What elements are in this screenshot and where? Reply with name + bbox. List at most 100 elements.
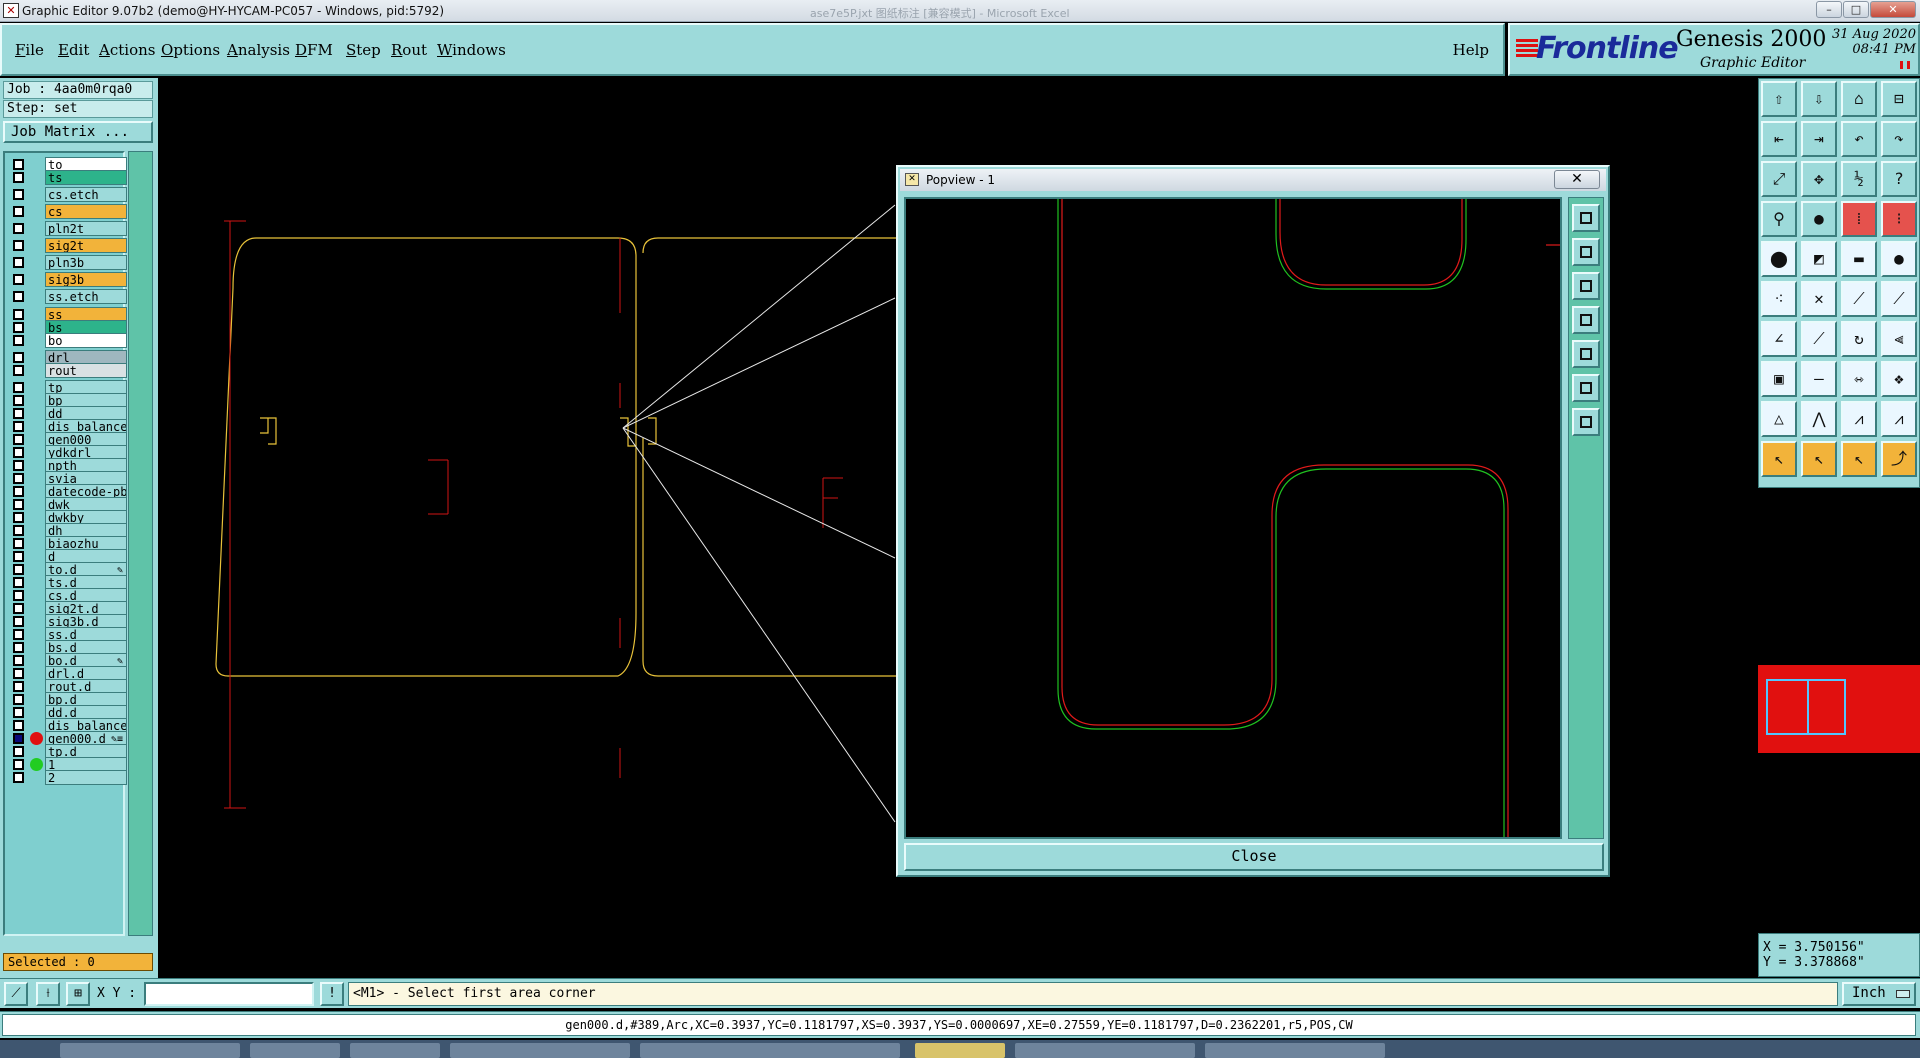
- select-arrow2-button[interactable]: ↖: [1801, 441, 1837, 477]
- select-arrow3-button[interactable]: ↖: [1841, 441, 1877, 477]
- layer-name[interactable]: ts: [45, 170, 127, 185]
- line-button[interactable]: ∠: [1761, 321, 1797, 357]
- triangle3-button[interactable]: ⩘: [1841, 401, 1877, 437]
- taskbar-item[interactable]: [450, 1043, 630, 1058]
- layer-checkbox[interactable]: [13, 564, 24, 575]
- info-icon[interactable]: !: [320, 982, 344, 1006]
- resize-button[interactable]: ⇿: [1841, 361, 1877, 397]
- taskbar-item[interactable]: [350, 1043, 440, 1058]
- pan-left-button[interactable]: ⇤: [1761, 121, 1797, 157]
- layer-row[interactable]: pln2t: [9, 221, 127, 236]
- mirror-button[interactable]: ⫷: [1881, 321, 1917, 357]
- menu-help[interactable]: Help: [1453, 41, 1489, 59]
- layer-name[interactable]: pln3b: [45, 255, 127, 270]
- close-window-button[interactable]: ✕: [1870, 1, 1916, 18]
- overview-minimap[interactable]: [1758, 665, 1920, 753]
- menu-dfm[interactable]: DFM: [295, 41, 333, 59]
- layer-checkbox[interactable]: [13, 486, 24, 497]
- layer-checkbox[interactable]: [13, 577, 24, 588]
- toggle-button[interactable]: ●: [1801, 201, 1837, 237]
- popview-close-x[interactable]: ✕: [1554, 170, 1600, 189]
- select-arrow-button[interactable]: ↖: [1761, 441, 1797, 477]
- layers-button[interactable]: ⁞: [1841, 201, 1877, 237]
- taskbar-item[interactable]: [1205, 1043, 1385, 1058]
- layer-checkbox[interactable]: [13, 694, 24, 705]
- popview-zoom-fit-icon[interactable]: [1572, 204, 1600, 232]
- layer-checkbox[interactable]: [13, 668, 24, 679]
- house-button[interactable]: ⌂: [1841, 81, 1877, 117]
- menu-edit[interactable]: Edit: [58, 41, 89, 59]
- pad-add-button[interactable]: ▣: [1761, 361, 1797, 397]
- layer-checkbox[interactable]: [13, 159, 24, 170]
- taskbar-item[interactable]: [640, 1043, 900, 1058]
- home-up-button[interactable]: ⇧: [1761, 81, 1797, 117]
- layer-checkbox[interactable]: [13, 603, 24, 614]
- grid-icon[interactable]: ⊞: [66, 982, 90, 1006]
- help-button[interactable]: ?: [1881, 161, 1917, 197]
- triangle2-button[interactable]: ⋀: [1801, 401, 1837, 437]
- pan-right-button[interactable]: ⇥: [1801, 121, 1837, 157]
- popview-close-button[interactable]: Close: [904, 843, 1604, 871]
- layer-row[interactable]: sig3b: [9, 272, 127, 287]
- layer-checkbox[interactable]: [13, 206, 24, 217]
- line2-button[interactable]: ⟋: [1801, 321, 1837, 357]
- layer-row[interactable]: cs: [9, 204, 127, 219]
- layer-checkbox[interactable]: [13, 681, 24, 692]
- layer-name[interactable]: pln2t: [45, 221, 127, 236]
- layer-checkbox[interactable]: [13, 616, 24, 627]
- redo-button[interactable]: ↷: [1881, 121, 1917, 157]
- layer-checkbox[interactable]: [13, 538, 24, 549]
- layer-checkbox[interactable]: [13, 746, 24, 757]
- route-button[interactable]: ⤴: [1881, 441, 1917, 477]
- layer-checkbox[interactable]: [13, 551, 24, 562]
- taskbar-item[interactable]: [1015, 1043, 1195, 1058]
- connect-button[interactable]: ⁖: [1761, 281, 1797, 317]
- node-red-button[interactable]: ⟋: [1881, 281, 1917, 317]
- layer-checkbox[interactable]: [13, 335, 24, 346]
- taskbar-item[interactable]: [250, 1043, 340, 1058]
- layer-checkbox[interactable]: [13, 499, 24, 510]
- layer-checkbox[interactable]: [13, 395, 24, 406]
- menu-rout[interactable]: Rout: [391, 41, 427, 59]
- menu-actions[interactable]: Actions: [99, 41, 155, 59]
- popview-canvas[interactable]: [904, 197, 1562, 839]
- popview-zoom-area-icon[interactable]: [1572, 374, 1600, 402]
- taskbar-item[interactable]: [60, 1043, 240, 1058]
- rotate-button[interactable]: ↻: [1841, 321, 1877, 357]
- menu-options[interactable]: Options: [161, 41, 220, 59]
- pause-icon[interactable]: [1900, 61, 1910, 69]
- group-button[interactable]: ❖: [1881, 361, 1917, 397]
- layer-row[interactable]: sig2t: [9, 238, 127, 253]
- layer-row[interactable]: 2: [9, 770, 127, 785]
- menu-step[interactable]: Step: [346, 41, 381, 59]
- layer-row[interactable]: rout: [9, 363, 127, 378]
- node-button[interactable]: ⟋: [1841, 281, 1877, 317]
- layer-checkbox[interactable]: [13, 473, 24, 484]
- layer-name[interactable]: sig3b: [45, 272, 127, 287]
- layer-checkbox[interactable]: [13, 655, 24, 666]
- layer-checkbox[interactable]: [13, 257, 24, 268]
- layer-name[interactable]: cs.etch: [45, 187, 127, 202]
- scale-1-2-button[interactable]: ½: [1841, 161, 1877, 197]
- menu-windows[interactable]: Windows: [437, 41, 506, 59]
- layer-checkbox[interactable]: [13, 352, 24, 363]
- menu-file[interactable]: File: [15, 41, 44, 59]
- popview-pan-left-icon[interactable]: [1572, 306, 1600, 334]
- layer-checkbox[interactable]: [13, 707, 24, 718]
- layer-checkbox[interactable]: [13, 240, 24, 251]
- popview-center-icon[interactable]: [1572, 408, 1600, 436]
- layer-checkbox[interactable]: [13, 447, 24, 458]
- window-button[interactable]: ⊟: [1881, 81, 1917, 117]
- layer-checkbox[interactable]: [13, 365, 24, 376]
- ruler-button[interactable]: ▬: [1841, 241, 1877, 277]
- layer-checkbox[interactable]: [13, 772, 24, 783]
- triangle4-button[interactable]: ⩘: [1881, 401, 1917, 437]
- layer-name[interactable]: bo: [45, 333, 127, 348]
- zoom-fit-button[interactable]: ⤢: [1761, 161, 1797, 197]
- unit-selector[interactable]: Inch: [1842, 982, 1916, 1006]
- layer-checkbox[interactable]: [13, 309, 24, 320]
- job-matrix-button[interactable]: Job Matrix ...: [3, 121, 153, 143]
- select-poly-button[interactable]: ◩: [1801, 241, 1837, 277]
- layer-checkbox[interactable]: [13, 421, 24, 432]
- cross-button[interactable]: ✕: [1801, 281, 1837, 317]
